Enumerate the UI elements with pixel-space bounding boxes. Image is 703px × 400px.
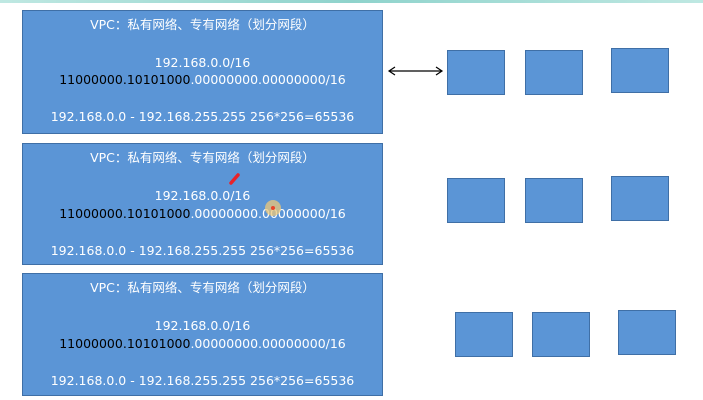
pen-annotation-mark xyxy=(229,173,240,185)
cursor-highlight xyxy=(265,200,281,216)
